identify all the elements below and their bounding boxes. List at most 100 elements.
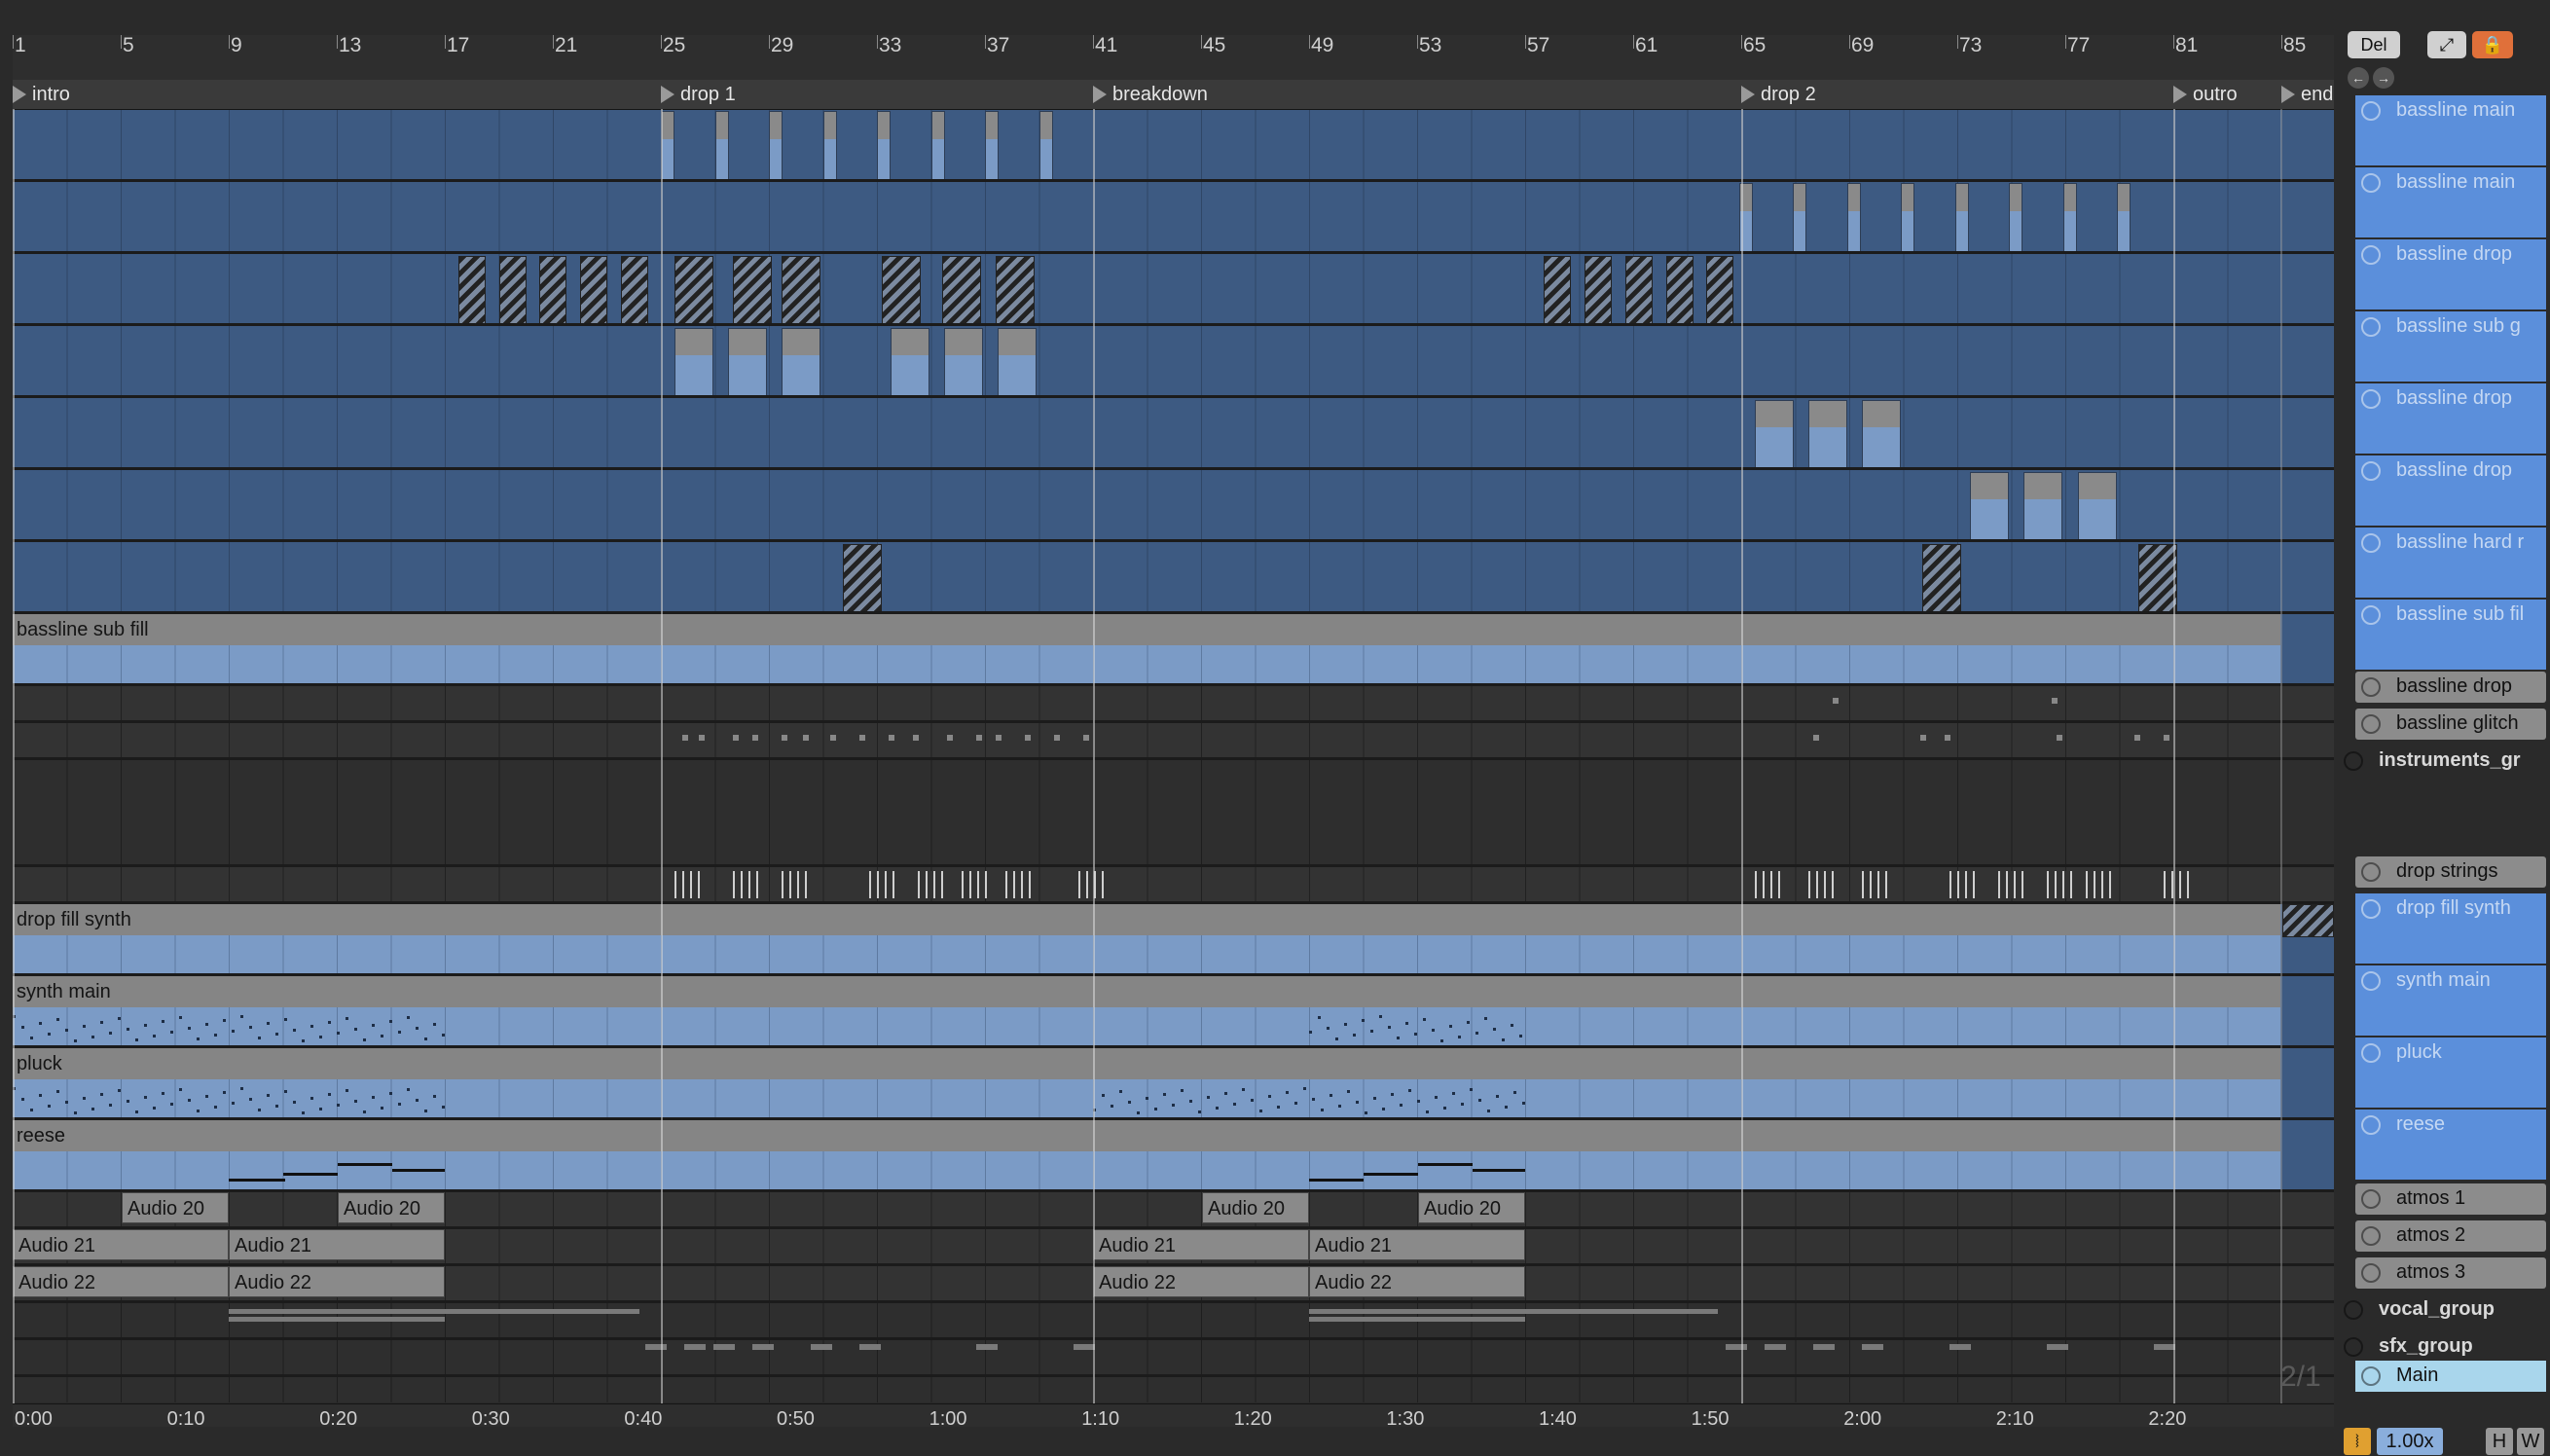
midi-clip[interactable] [2078, 472, 2117, 539]
midi-clip[interactable] [539, 256, 566, 323]
midi-clip[interactable] [1847, 183, 1861, 251]
lane-bassline-drop-3[interactable] [13, 470, 2334, 542]
track-header-instruments-gr[interactable]: instruments_gr [2338, 746, 2529, 777]
lane-bassline-hard-r[interactable] [13, 542, 2334, 614]
track-header-bassline-drop[interactable]: bassline drop [2355, 672, 2546, 703]
lane-bassline-glitch[interactable] [13, 723, 2334, 760]
midi-clip[interactable] [1793, 183, 1806, 251]
track-header-bassline-hard-r[interactable]: bassline hard r [2355, 528, 2546, 598]
midi-clip[interactable] [942, 256, 981, 323]
track-header-reese[interactable]: reese [2355, 1110, 2546, 1180]
lane-bassline-drop-2[interactable] [13, 398, 2334, 470]
play-circle-icon[interactable] [2361, 173, 2381, 193]
track-header-bassline-sub-g[interactable]: bassline sub g [2355, 311, 2546, 382]
midi-clip[interactable] [580, 256, 607, 323]
play-circle-icon[interactable] [2361, 605, 2381, 625]
midi-clip[interactable] [1585, 256, 1612, 323]
midi-clip[interactable] [1005, 871, 1035, 898]
record-icon[interactable]: ⧘ [2344, 1428, 2371, 1455]
lane-synth-main[interactable]: synth main [13, 976, 2334, 1048]
audio-clip-22[interactable]: Audio 22 [13, 1266, 229, 1297]
track-header-bassline-main[interactable]: bassline main [2355, 95, 2546, 165]
midi-clip[interactable] [782, 256, 820, 323]
audio-clip-22[interactable]: Audio 22 [229, 1266, 445, 1297]
midi-clip[interactable] [2063, 183, 2077, 251]
track-header-bassline-glitch[interactable]: bassline glitch [2355, 709, 2546, 740]
midi-clip[interactable] [2117, 183, 2131, 251]
audio-clip-21[interactable]: Audio 21 [229, 1229, 445, 1260]
play-circle-icon[interactable] [2361, 1263, 2381, 1283]
group-icon[interactable] [2344, 1337, 2363, 1357]
audio-clip-20[interactable]: Audio 20 [1202, 1192, 1309, 1223]
midi-clip[interactable] [674, 871, 704, 898]
audio-clip-21[interactable]: Audio 21 [1093, 1229, 1309, 1260]
play-circle-icon[interactable] [2361, 389, 2381, 409]
midi-clip[interactable] [1970, 472, 2009, 539]
play-circle-icon[interactable] [2361, 1115, 2381, 1135]
audio-clip-20[interactable]: Audio 20 [1418, 1192, 1525, 1223]
midi-clip[interactable] [769, 111, 783, 179]
forward-arrow-icon[interactable]: → [2373, 67, 2394, 89]
track-header-atmos-2[interactable]: atmos 2 [2355, 1220, 2546, 1252]
audio-clip-21[interactable]: Audio 21 [13, 1229, 229, 1260]
midi-clip[interactable] [1755, 400, 1794, 467]
midi-clip[interactable] [1755, 871, 1784, 898]
locator-drop-2[interactable]: drop 2 [1741, 80, 1816, 109]
midi-clip[interactable] [782, 328, 820, 395]
clip-body[interactable] [13, 645, 2280, 683]
play-circle-icon[interactable] [2361, 461, 2381, 481]
midi-clip[interactable] [2086, 871, 2115, 898]
lane-bassline-drop-1[interactable] [13, 254, 2334, 326]
clip-drop-fill-synth[interactable]: drop fill synth [13, 904, 2280, 935]
locator-breakdown[interactable]: breakdown [1093, 80, 1208, 109]
track-header-drop-fill-synth[interactable]: drop fill synth [2355, 893, 2546, 964]
lane-atmos-2[interactable]: Audio 21 Audio 21 Audio 21 Audio 21 [13, 1229, 2334, 1266]
play-circle-icon[interactable] [2361, 317, 2381, 337]
locator-drop-1[interactable]: drop 1 [661, 80, 736, 109]
group-icon[interactable] [2344, 1300, 2363, 1320]
play-circle-icon[interactable] [2361, 1043, 2381, 1063]
lane-atmos-1[interactable]: Audio 20 Audio 20 Audio 20 Audio 20 [13, 1192, 2334, 1229]
play-circle-icon[interactable] [2361, 245, 2381, 265]
lane-bassline-main-2[interactable] [13, 182, 2334, 254]
midi-clip[interactable] [2047, 871, 2076, 898]
track-header-vocal-group[interactable]: vocal_group [2338, 1294, 2529, 1326]
audio-clip-22[interactable]: Audio 22 [1093, 1266, 1309, 1297]
clip-synth-main[interactable]: synth main [13, 976, 2280, 1007]
play-circle-icon[interactable] [2361, 1189, 2381, 1209]
locator-end[interactable]: end [2281, 80, 2333, 109]
midi-clip[interactable] [2164, 871, 2193, 898]
midi-clip[interactable] [1544, 256, 1571, 323]
lane-pluck[interactable]: pluck [13, 1048, 2334, 1120]
track-header-pluck[interactable]: pluck [2355, 1037, 2546, 1108]
midi-clip[interactable] [621, 256, 648, 323]
midi-clip[interactable] [1955, 183, 1969, 251]
play-circle-icon[interactable] [2361, 677, 2381, 697]
clip-body[interactable] [13, 935, 2280, 973]
lane-sfx-group[interactable] [13, 1340, 2334, 1377]
lane-instruments-group[interactable] [13, 760, 2334, 867]
track-header-drop-strings[interactable]: drop strings [2355, 856, 2546, 888]
midi-clip[interactable] [823, 111, 837, 179]
midi-clip[interactable] [661, 111, 674, 179]
lane-bassline-drop-4[interactable] [13, 686, 2334, 723]
track-header-main[interactable]: Main [2355, 1361, 2546, 1392]
track-header-bassline-main[interactable]: bassline main [2355, 167, 2546, 237]
track-header-sfx-group[interactable]: sfx_group [2338, 1331, 2529, 1363]
lane-reese[interactable]: reese [13, 1120, 2334, 1192]
track-header-atmos-3[interactable]: atmos 3 [2355, 1257, 2546, 1289]
midi-clip[interactable] [843, 544, 882, 611]
midi-clip[interactable] [1808, 400, 1847, 467]
track-header-bassline-drop[interactable]: bassline drop [2355, 239, 2546, 309]
arrangement-view[interactable]: 1 5 9 13 17 21 25 29 33 37 41 45 49 53 57 61 65 69 73 77 81 8… [13, 35, 2334, 1427]
midi-clip[interactable] [1706, 256, 1733, 323]
audio-clip-21[interactable]: Audio 21 [1309, 1229, 1525, 1260]
midi-clip[interactable] [499, 256, 527, 323]
audio-clip-20[interactable]: Audio 20 [338, 1192, 445, 1223]
lane-bassline-sub-fill[interactable]: bassline sub fill [13, 614, 2334, 686]
midi-clip[interactable] [733, 871, 762, 898]
play-circle-icon[interactable] [2361, 101, 2381, 121]
midi-clip[interactable] [869, 871, 898, 898]
midi-clip[interactable] [1666, 256, 1694, 323]
track-header-bassline-sub-fil[interactable]: bassline sub fil [2355, 600, 2546, 670]
